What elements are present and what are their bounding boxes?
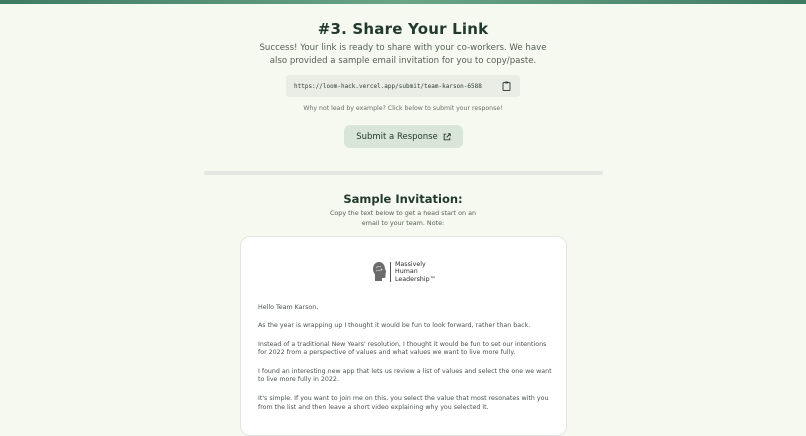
clipboard-icon [502, 81, 510, 91]
logo-wordmark: Massively Human Leadership™ [395, 261, 436, 283]
submit-response-button[interactable]: Submit a Response [344, 125, 463, 148]
submit-response-label: Submit a Response [356, 131, 438, 142]
page-title: #3. Share Your Link [317, 20, 489, 38]
sample-invitation-subtitle: Copy the text below to get a head start … [329, 209, 477, 227]
email-paragraph: Instead of a traditional New Years' reso… [258, 340, 547, 357]
head-silhouette-icon [373, 262, 386, 281]
logo-separator [390, 262, 391, 282]
copy-link-button[interactable] [500, 80, 512, 92]
email-paragraph: I found an interesting new app that lets… [258, 367, 552, 384]
email-greeting: Hello Team Karson, [258, 304, 319, 311]
intro-text: Success! Your link is ready to share wit… [259, 43, 547, 66]
email-body[interactable]: Hello Team Karson, As the year is wrappi… [258, 304, 552, 422]
external-link-icon [443, 132, 451, 140]
company-logo: Massively Human Leadership™ [372, 261, 436, 283]
lead-by-example-text: Why not lead by example? Click below to … [303, 105, 503, 112]
email-paragraph: As the year is wrapping up I thought it … [258, 322, 531, 330]
section-divider [204, 171, 603, 175]
sample-email-card[interactable]: Massively Human Leadership™ Hello Team K… [240, 236, 567, 436]
sample-invitation-title: Sample Invitation: [343, 192, 463, 206]
top-accent-bar [0, 0, 806, 4]
share-link-url[interactable]: https://loom-hack.vercel.app/submit/team… [294, 83, 482, 90]
share-link-box[interactable]: https://loom-hack.vercel.app/submit/team… [286, 75, 520, 97]
